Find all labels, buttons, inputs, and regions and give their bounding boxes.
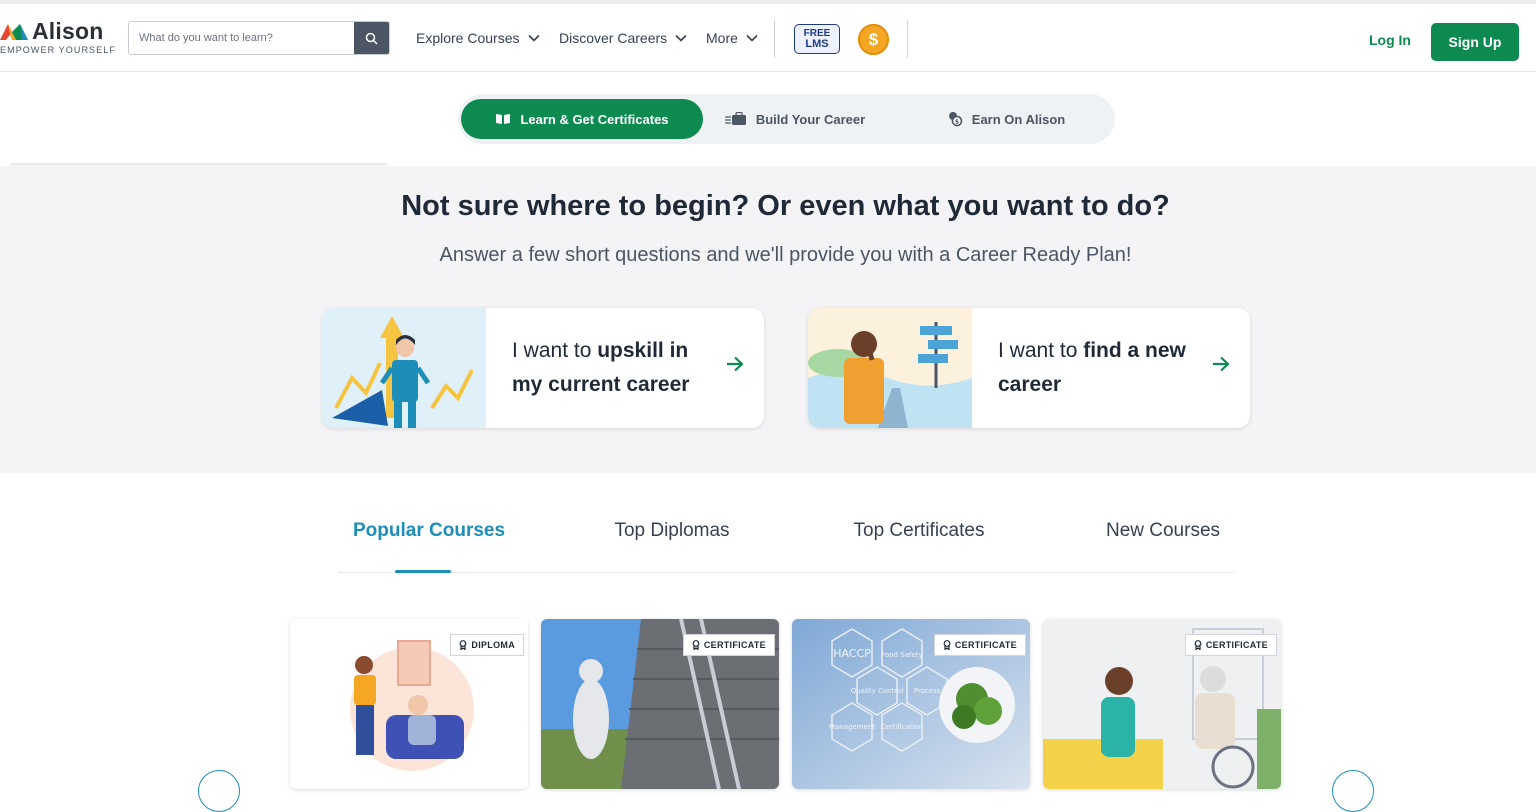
image-word: Food Safety — [881, 651, 922, 659]
segment-earn-on-alison[interactable]: $ Earn On Alison — [936, 99, 1076, 139]
tab-new-courses[interactable]: New Courses — [1103, 520, 1223, 560]
segment-build-career[interactable]: Build Your Career — [720, 99, 870, 139]
tab-popular-courses[interactable]: Popular Courses — [353, 520, 505, 560]
certificate-icon — [459, 640, 467, 650]
new-career-illustration — [808, 308, 972, 428]
briefcase-icon — [724, 112, 746, 125]
svg-text:$: $ — [955, 119, 959, 126]
course-badge: CERTIFICATE — [682, 634, 775, 656]
chevron-down-icon — [746, 34, 758, 42]
carousel-next-button[interactable] — [1332, 770, 1374, 812]
image-word: HACCP — [833, 647, 871, 660]
login-button[interactable]: Log In — [1360, 28, 1420, 52]
free-lms-line2: LMS — [805, 38, 829, 50]
signup-button[interactable]: Sign Up — [1431, 23, 1519, 61]
chevron-down-icon — [675, 34, 687, 42]
brand-tagline: EMPOWER YOURSELF — [0, 45, 116, 55]
segment-label: Build Your Career — [755, 111, 866, 127]
carousel-prev-button[interactable] — [198, 770, 240, 812]
course-card[interactable]: HACCP Food Safety Quality Control Proces… — [792, 619, 1030, 789]
course-badge: DIPLOMA — [450, 634, 524, 656]
nav-discover-careers[interactable]: Discover Careers — [559, 26, 687, 50]
badge-label: DIPLOMA — [471, 640, 515, 650]
course-badge: CERTIFICATE — [1184, 634, 1277, 656]
coins-icon: $ — [948, 112, 963, 127]
image-word: Process — [914, 687, 941, 695]
course-badge: CERTIFICATE — [933, 634, 1026, 656]
segment-label: Learn & Get Certificates — [520, 111, 669, 127]
search-icon — [365, 32, 378, 45]
coin-icon[interactable]: $ — [858, 24, 889, 55]
search-input[interactable] — [129, 22, 355, 54]
coin-symbol: $ — [868, 29, 879, 49]
arrow-right-icon — [1213, 356, 1230, 372]
nav-explore-courses-label: Explore Courses — [416, 30, 520, 46]
certificate-icon — [1194, 640, 1202, 650]
nav-more-label: More — [706, 30, 738, 46]
segment-label: Earn On Alison — [971, 111, 1066, 127]
badge-label: CERTIFICATE — [703, 640, 766, 650]
arrow-right-icon — [727, 356, 744, 372]
search-button[interactable] — [354, 22, 389, 54]
new-career-card-text: I want to find a new career — [998, 334, 1198, 402]
card-prefix: I want to — [998, 339, 1084, 362]
upskill-career-card[interactable]: I want to upskill in my current career — [322, 308, 764, 428]
alison-logo[interactable]: Alison EMPOWER YOURSELF — [0, 18, 115, 62]
nav-discover-careers-label: Discover Careers — [559, 30, 668, 46]
tab-top-certificates[interactable]: Top Certificates — [846, 520, 992, 560]
new-career-card[interactable]: I want to find a new career — [808, 308, 1250, 428]
search-bar — [128, 21, 390, 55]
site-header: Alison EMPOWER YOURSELF Explore Courses … — [0, 4, 1536, 72]
open-book-icon — [496, 114, 511, 124]
chevron-down-icon — [527, 34, 540, 42]
image-word: Management — [829, 723, 875, 731]
course-card[interactable]: CERTIFICATE — [1043, 619, 1281, 789]
divider — [774, 20, 775, 58]
image-word: Certification — [881, 723, 924, 731]
certificate-icon — [943, 640, 951, 650]
upskill-illustration — [322, 308, 486, 428]
divider — [907, 20, 908, 58]
course-card[interactable]: CERTIFICATE — [541, 619, 779, 789]
certificate-icon — [692, 640, 700, 650]
course-tabs: Popular Courses Top Diplomas Top Certifi… — [338, 520, 1235, 573]
free-lms-button[interactable]: FREE LMS — [794, 24, 840, 54]
image-word: Quality Control — [851, 687, 904, 695]
upskill-card-text: I want to upskill in my current career — [512, 334, 712, 402]
segment-learn-certificates[interactable]: Learn & Get Certificates — [461, 99, 703, 139]
badge-label: CERTIFICATE — [1205, 640, 1268, 650]
tab-top-diplomas[interactable]: Top Diplomas — [608, 520, 736, 560]
active-tab-indicator — [395, 570, 451, 573]
alison-logo-icon — [0, 24, 28, 40]
audience-switcher: Learn & Get Certificates Build Your Care… — [458, 94, 1115, 144]
badge-label: CERTIFICATE — [954, 640, 1017, 650]
card-prefix: I want to — [512, 339, 598, 362]
course-card[interactable]: DIPLOMA — [290, 619, 528, 789]
section-subtitle: Answer a few short questions and we'll p… — [439, 244, 1132, 266]
brand-name: Alison — [32, 18, 104, 44]
section-title: Not sure where to begin? Or even what yo… — [401, 190, 1170, 222]
nav-explore-courses[interactable]: Explore Courses — [416, 26, 540, 50]
nav-more[interactable]: More — [706, 26, 758, 50]
